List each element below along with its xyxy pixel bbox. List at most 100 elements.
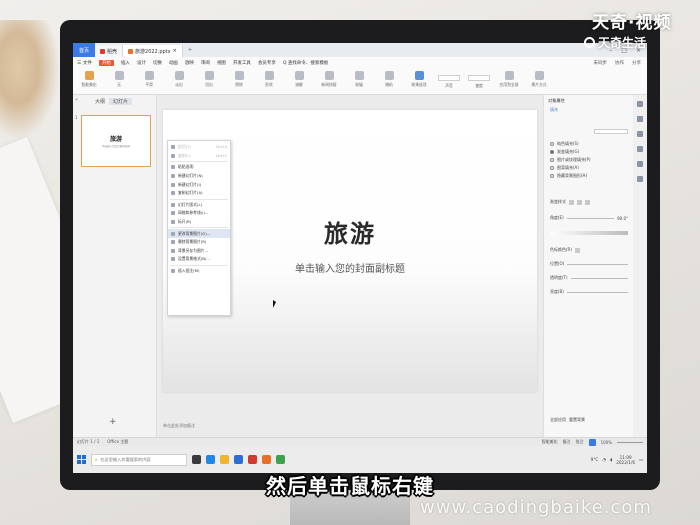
wps-presentation-icon[interactable] [262, 455, 271, 464]
ribbon-dissolve[interactable]: 溶解 [287, 71, 311, 88]
ribbon-apply-all[interactable]: 应用到全部 [497, 71, 521, 88]
ribbon-shape[interactable]: 形状 [257, 71, 281, 88]
collaborate-button[interactable]: 协作 [615, 60, 624, 66]
collapse-pane-icon[interactable]: « [75, 97, 78, 103]
add-slide-button[interactable]: + [109, 417, 117, 427]
menu-search[interactable]: Q 查找命令、搜索模板 [283, 60, 328, 66]
clock[interactable]: 11:09 2022/1/6 [616, 455, 635, 465]
hide-background-option[interactable]: 隐藏背景图形(H) [550, 173, 628, 179]
sound-field[interactable] [438, 75, 460, 81]
sync-status[interactable]: 未同步 [594, 60, 608, 66]
gradient-swatch[interactable] [569, 199, 574, 205]
reset-background-button[interactable]: 重置背景 [569, 417, 585, 423]
layout-icon[interactable] [637, 146, 643, 152]
menu-developer[interactable]: 开发工具 [233, 60, 251, 66]
context-menu-item[interactable]: 新建幻灯片(N) [168, 172, 230, 181]
context-menu-item[interactable]: 标尺(R) [168, 218, 230, 227]
zoom-level[interactable]: 100% [601, 440, 612, 445]
stop-color-swatch[interactable] [574, 247, 580, 253]
ribbon-cut[interactable]: 切出 [197, 71, 221, 88]
wps-icon[interactable] [248, 455, 257, 464]
notes-placeholder[interactable]: 单击此处添加备注 [163, 423, 195, 429]
notification-icon[interactable]: ▭ [639, 457, 643, 462]
store-icon[interactable] [234, 455, 243, 464]
gradient-bar[interactable] [550, 231, 628, 235]
angle-slider[interactable] [566, 217, 615, 219]
tab-home[interactable]: 首页 [73, 43, 95, 57]
transparency-slider[interactable] [570, 277, 628, 279]
animation-icon[interactable] [637, 131, 643, 137]
ribbon-fade[interactable]: 淡出 [167, 71, 191, 88]
new-tab-button[interactable]: + [183, 47, 197, 53]
position-slider[interactable] [567, 263, 628, 265]
menu-home[interactable]: 开始 [98, 59, 114, 66]
fill-option-solid[interactable]: 纯色填充(S) [550, 141, 628, 147]
tab-outline[interactable]: 大纲 [95, 98, 105, 105]
notes-button[interactable]: 备注 [563, 439, 571, 445]
share-button[interactable]: 分享 [632, 60, 641, 66]
menu-review[interactable]: 审阅 [201, 60, 210, 66]
brightness-slider[interactable] [566, 291, 628, 293]
apply-all-button[interactable]: 全部应用 [550, 417, 566, 423]
menu-member[interactable]: 会员专享 [258, 60, 276, 66]
ribbon-speed[interactable]: 速度 [467, 71, 491, 89]
windows-start-icon[interactable] [77, 455, 86, 464]
fill-tab[interactable]: 填充 [550, 107, 558, 113]
context-menu-item[interactable]: 网格和参考线(I)... [168, 209, 230, 218]
ribbon-smooth[interactable]: 平滑 [137, 71, 161, 88]
ribbon-newsflash[interactable]: 新闻快报 [317, 71, 341, 88]
shape-icon[interactable] [637, 161, 643, 167]
gradient-swatch[interactable] [585, 199, 590, 205]
smart-beautify-button[interactable]: 智能美化 [542, 439, 558, 445]
context-menu-item[interactable]: 插入批注(M) [168, 267, 230, 276]
menu-slideshow[interactable]: 放映 [185, 60, 194, 66]
close-tab-icon[interactable]: × [173, 48, 177, 54]
properties-icon[interactable] [637, 116, 643, 122]
fill-option-picture[interactable]: 图片或纹理填充(P) [550, 157, 628, 163]
volume-icon[interactable]: ◖ [610, 457, 612, 462]
ribbon-smart-beautify[interactable]: 智能美化 [77, 71, 101, 88]
context-menu-item[interactable]: 剪切(T) Ctrl+X [168, 143, 230, 152]
context-menu-item[interactable]: 删除背景图片(R) [168, 238, 230, 247]
ribbon-none[interactable]: 无 [107, 71, 131, 88]
ribbon-sound[interactable]: 声音 [437, 71, 461, 89]
gradient-swatch[interactable] [577, 199, 582, 205]
settings-icon[interactable] [637, 176, 643, 182]
select-icon[interactable] [637, 101, 643, 107]
zoom-slider[interactable] [617, 441, 643, 443]
fill-option-pattern[interactable]: 图案填充(A) [550, 165, 628, 171]
angle-value[interactable]: 90.0° [617, 216, 628, 221]
context-menu-item[interactable]: 粘贴选项: [168, 163, 230, 172]
context-menu-item[interactable]: 背景另存为图片... [168, 247, 230, 256]
file-explorer-icon[interactable] [220, 455, 229, 464]
tab-slides[interactable]: 幻灯片 [109, 98, 133, 105]
ribbon-switch-mode[interactable]: 换片方式 [527, 71, 551, 88]
task-view-icon[interactable] [192, 455, 201, 464]
ribbon-wipe[interactable]: 擦除 [227, 71, 251, 88]
comment-button[interactable]: 批注 [576, 439, 584, 445]
context-menu-item[interactable]: 复制(C) Ctrl+C [168, 152, 230, 161]
menu-file[interactable]: 三 文件 [77, 60, 92, 66]
play-icon[interactable] [588, 438, 596, 446]
context-menu-item[interactable]: 复制幻灯片(A) [168, 189, 230, 198]
menu-insert[interactable]: 插入 [121, 60, 130, 66]
menu-design[interactable]: 设计 [137, 60, 146, 66]
speed-field[interactable] [468, 75, 490, 81]
fill-type-select[interactable] [594, 129, 628, 134]
edge-icon[interactable] [206, 455, 215, 464]
menu-animation[interactable]: 动画 [169, 60, 178, 66]
menu-view[interactable]: 视图 [217, 60, 226, 66]
ribbon-effect-options[interactable]: 效果选项 [407, 71, 431, 88]
tab-docer[interactable]: 稻壳 [95, 45, 124, 57]
context-menu-item[interactable]: 更改背景图片(G)... [168, 229, 230, 238]
fill-option-gradient[interactable]: 渐变填充(G) [550, 149, 628, 155]
ribbon-random[interactable]: 随机 [377, 71, 401, 88]
context-menu-item[interactable]: 新建幻灯片(I) [168, 180, 230, 189]
context-menu-item[interactable]: 幻灯片版式(L) [168, 201, 230, 210]
network-icon[interactable]: ◔ [602, 457, 606, 462]
tab-document[interactable]: 旅游2022.pptx × [123, 45, 183, 57]
slide-thumbnail[interactable]: 旅游 单击输入您的封面副标题 [81, 115, 151, 167]
weather-temperature[interactable]: 9°C [591, 457, 599, 462]
wechat-icon[interactable] [276, 455, 285, 464]
taskbar-search-input[interactable]: ⌕ 在这里输入你要搜索的内容 [91, 453, 187, 466]
